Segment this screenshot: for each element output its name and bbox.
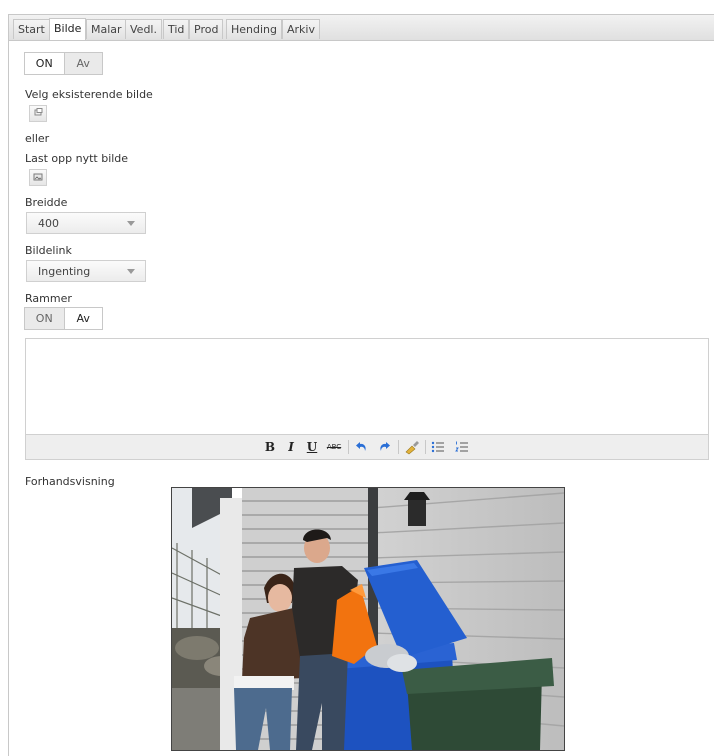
preview-photo xyxy=(172,488,564,750)
choose-existing-button[interactable] xyxy=(29,105,47,122)
image-link-select-value: Ingenting xyxy=(38,265,91,278)
bullet-list-icon[interactable] xyxy=(430,439,446,455)
toolbar-separator xyxy=(348,440,349,454)
width-label: Breidde xyxy=(25,196,68,209)
underline-icon[interactable]: U xyxy=(305,439,319,455)
tab-malar[interactable]: Malar xyxy=(86,19,127,39)
image-on-button[interactable]: ON xyxy=(25,53,64,74)
tab-vedl[interactable]: Vedl. xyxy=(125,19,162,39)
tab-arkiv[interactable]: Arkiv xyxy=(282,19,320,39)
tab-prod[interactable]: Prod xyxy=(189,19,224,39)
preview-label: Forhandsvisning xyxy=(25,475,115,488)
upload-new-label: Last opp nytt bilde xyxy=(25,152,129,165)
frames-off-button[interactable]: Av xyxy=(63,308,102,329)
clean-format-icon[interactable] xyxy=(403,439,421,455)
tab-tid[interactable]: Tid xyxy=(163,19,190,39)
caption-editor: B I U ABC xyxy=(25,338,709,460)
image-link-select[interactable]: Ingenting xyxy=(26,260,146,282)
tab-hending[interactable]: Hending xyxy=(226,19,283,39)
chevron-down-icon xyxy=(127,221,135,226)
frames-on-off-toggle: ON Av xyxy=(24,307,103,330)
image-panel: Start Bilde Malar Vedl. Tid Prod Hending… xyxy=(8,14,714,756)
numbered-list-icon[interactable] xyxy=(454,439,470,455)
image-off-button[interactable]: Av xyxy=(63,53,102,74)
or-label: eller xyxy=(25,132,50,145)
italic-icon[interactable]: I xyxy=(284,439,298,455)
width-select[interactable]: 400 xyxy=(26,212,146,234)
toolbar-separator xyxy=(425,440,426,454)
tab-bilde[interactable]: Bilde xyxy=(49,18,87,40)
preview-image xyxy=(171,487,565,751)
image-browse-icon xyxy=(34,108,43,116)
tab-bar: Start Bilde Malar Vedl. Tid Prod Hending… xyxy=(9,15,714,41)
toolbar-separator xyxy=(398,440,399,454)
tab-start[interactable]: Start xyxy=(13,19,50,39)
image-upload-icon xyxy=(33,173,43,181)
undo-icon[interactable] xyxy=(354,439,370,455)
upload-new-button[interactable] xyxy=(29,169,47,186)
redo-icon[interactable] xyxy=(376,439,392,455)
chevron-down-icon xyxy=(127,269,135,274)
image-link-label: Bildelink xyxy=(25,244,72,257)
image-on-off-toggle: ON Av xyxy=(24,52,103,75)
bold-icon[interactable]: B xyxy=(263,439,277,455)
caption-text-area[interactable] xyxy=(26,339,708,436)
width-select-value: 400 xyxy=(38,217,59,230)
choose-existing-label: Velg eksisterende bilde xyxy=(25,88,153,101)
frames-label: Rammer xyxy=(25,292,72,305)
frames-on-button[interactable]: ON xyxy=(25,308,64,329)
strikethrough-icon[interactable]: ABC xyxy=(324,439,344,455)
editor-toolbar: B I U ABC xyxy=(26,434,708,459)
